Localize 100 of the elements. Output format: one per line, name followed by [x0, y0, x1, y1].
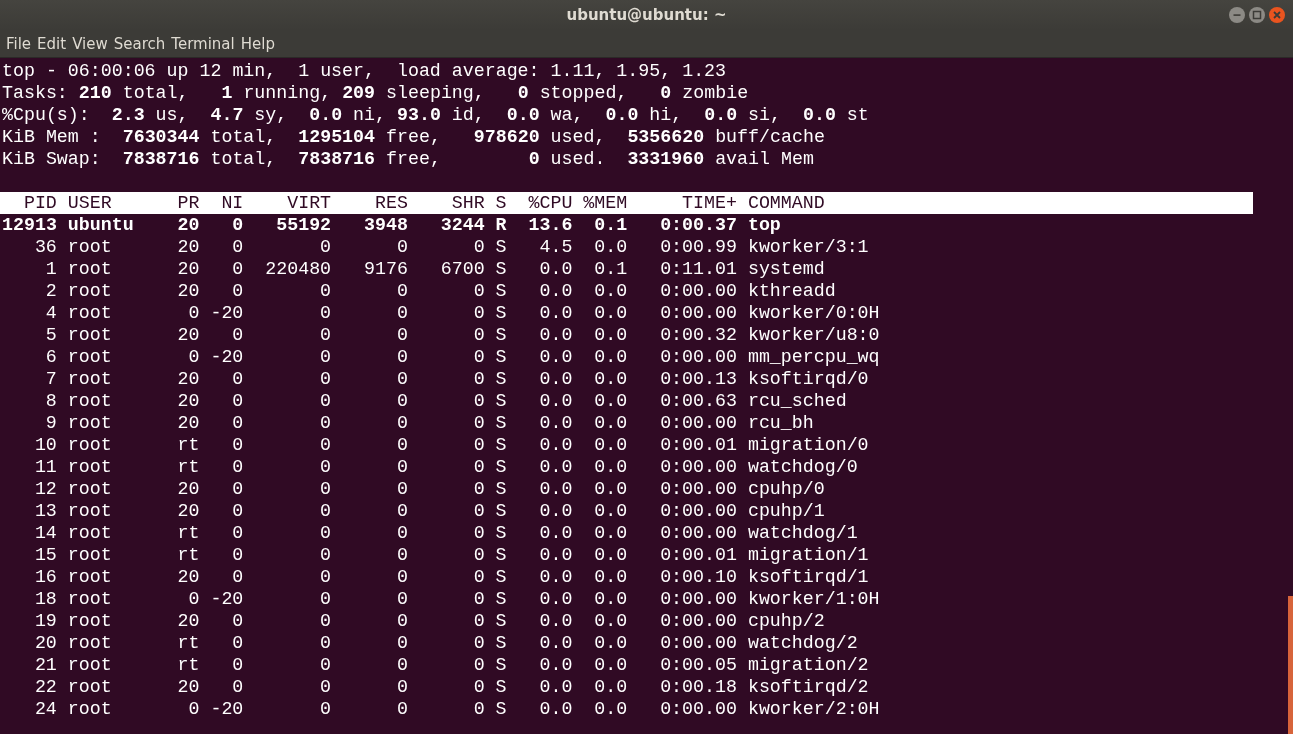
table-cell-text: 20	[176, 500, 200, 522]
table-cell-text: 0:00.00	[659, 302, 737, 324]
table-cell-text: 0	[395, 566, 408, 588]
table-cell-text: 0.0	[538, 654, 573, 676]
table-cell-text: 0	[319, 544, 332, 566]
table-cell-text: 13	[33, 500, 57, 522]
table-cell-text: root	[66, 456, 113, 478]
table-cell-text: 0	[319, 500, 332, 522]
table-cell-text: 0	[395, 544, 408, 566]
table-cell-text: S	[494, 478, 507, 500]
menu-item[interactable]: File	[4, 34, 36, 53]
menu-item[interactable]: Search	[111, 34, 170, 53]
table-cell-text: systemd	[746, 258, 825, 280]
table-cell-text: -20	[209, 698, 244, 720]
table-cell-text: 0:00.37	[659, 214, 737, 236]
table-cell-text: 0:00.00	[659, 280, 737, 302]
table-cell-text: S	[494, 434, 507, 456]
table-cell-text: 0	[472, 346, 485, 368]
table-cell-text: root	[66, 654, 113, 676]
table-cell-text: watchdog/0	[746, 456, 858, 478]
table-cell-text: 0	[319, 654, 332, 676]
table-cell-text: 20	[176, 610, 200, 632]
table-cell-text: 0:00.00	[659, 698, 737, 720]
table-cell-text: 0	[231, 390, 244, 412]
table-cell-text: 3948	[362, 214, 408, 236]
table-cell-text: rcu_bh	[746, 412, 814, 434]
table-cell-text: 0:00.01	[659, 434, 737, 456]
table-cell-text: 0	[187, 698, 200, 720]
table-cell-text: rt	[176, 522, 200, 544]
table-cell-text: root	[66, 368, 113, 390]
table-cell-text: 0.0	[593, 676, 628, 698]
table-cell-text: 0	[231, 324, 244, 346]
table-cell-text: 0.0	[538, 456, 573, 478]
table-cell-text: root	[66, 412, 113, 434]
column-header: PID	[22, 192, 57, 214]
column-header: VIRT	[286, 192, 332, 214]
table-cell-text: 0:00.01	[659, 544, 737, 566]
table-cell-text: migration/1	[746, 544, 869, 566]
table-cell-text: 0.0	[593, 544, 628, 566]
menu-item[interactable]: Edit	[35, 34, 71, 53]
table-cell-text: 0:00.05	[659, 654, 737, 676]
table-cell-text: 0	[472, 478, 485, 500]
table-cell-text: 0	[472, 654, 485, 676]
table-cell-text: 0	[472, 302, 485, 324]
table-cell-text: 21	[33, 654, 57, 676]
menu-item[interactable]: View	[70, 34, 112, 53]
table-cell-text: 0	[319, 434, 332, 456]
maximize-icon[interactable]	[1249, 7, 1265, 23]
table-cell-text: 0:00.00	[659, 456, 737, 478]
table-cell-text: 0	[231, 500, 244, 522]
table-cell-text: migration/0	[746, 434, 869, 456]
table-cell-text: 0	[395, 588, 408, 610]
table-cell-text: 0.0	[593, 434, 628, 456]
table-cell-text: 0.1	[593, 258, 628, 280]
table-cell-text: S	[494, 346, 507, 368]
table-cell-text: S	[494, 698, 507, 720]
table-cell-text: S	[494, 236, 507, 258]
close-icon[interactable]	[1269, 7, 1285, 23]
table-cell-text: 0.0	[538, 412, 573, 434]
table-cell: 12913	[2, 214, 57, 236]
table-cell-text: 20	[33, 632, 57, 654]
table-cell-text: S	[494, 676, 507, 698]
menu-item[interactable]: Terminal	[169, 34, 239, 53]
table-cell-text: watchdog/2	[746, 632, 858, 654]
table-cell-text: S	[494, 588, 507, 610]
table-cell-text: S	[494, 456, 507, 478]
table-cell-text: 0.0	[538, 566, 573, 588]
table-cell-text: 0	[319, 522, 332, 544]
table-cell-text: kworker/1:0H	[746, 588, 880, 610]
table-cell-text: 0	[395, 390, 408, 412]
table-cell-text: 0.0	[538, 610, 573, 632]
table-cell-text: S	[494, 368, 507, 390]
table-cell-text: 20	[176, 280, 200, 302]
table-cell-text: 0.0	[538, 324, 573, 346]
table-cell-text: 0:00.00	[659, 588, 737, 610]
table-cell-text: 0.0	[593, 280, 628, 302]
scrollbar-thumb[interactable]	[1288, 596, 1293, 734]
table-cell-text: 0:00.00	[659, 610, 737, 632]
table-cell-text: top	[746, 214, 781, 236]
table-cell-text: 0	[319, 698, 332, 720]
table-cell-text: 0	[231, 280, 244, 302]
table-cell-text: 0	[395, 676, 408, 698]
table-cell-text: -20	[209, 346, 244, 368]
table-cell-text: 0	[472, 676, 485, 698]
table-cell-text: watchdog/1	[746, 522, 858, 544]
table-cell-text: ubuntu	[66, 214, 135, 236]
table-cell-text: 0.0	[538, 478, 573, 500]
table-cell-text: 0.0	[538, 390, 573, 412]
table-cell-text: S	[494, 390, 507, 412]
table-cell-text: 0	[187, 346, 200, 368]
table-cell-text: 0	[395, 610, 408, 632]
table-cell-text: 0	[231, 522, 244, 544]
minimize-icon[interactable]	[1229, 7, 1245, 23]
table-cell-text: root	[66, 698, 113, 720]
table-cell-text: 16	[33, 566, 57, 588]
table-cell-text: 3244	[439, 214, 485, 236]
table-cell-text: cpuhp/0	[746, 478, 825, 500]
table-cell-text: ksoftirqd/1	[746, 566, 869, 588]
menu-item[interactable]: Help	[238, 34, 279, 53]
table-cell-text: 0.0	[538, 698, 573, 720]
